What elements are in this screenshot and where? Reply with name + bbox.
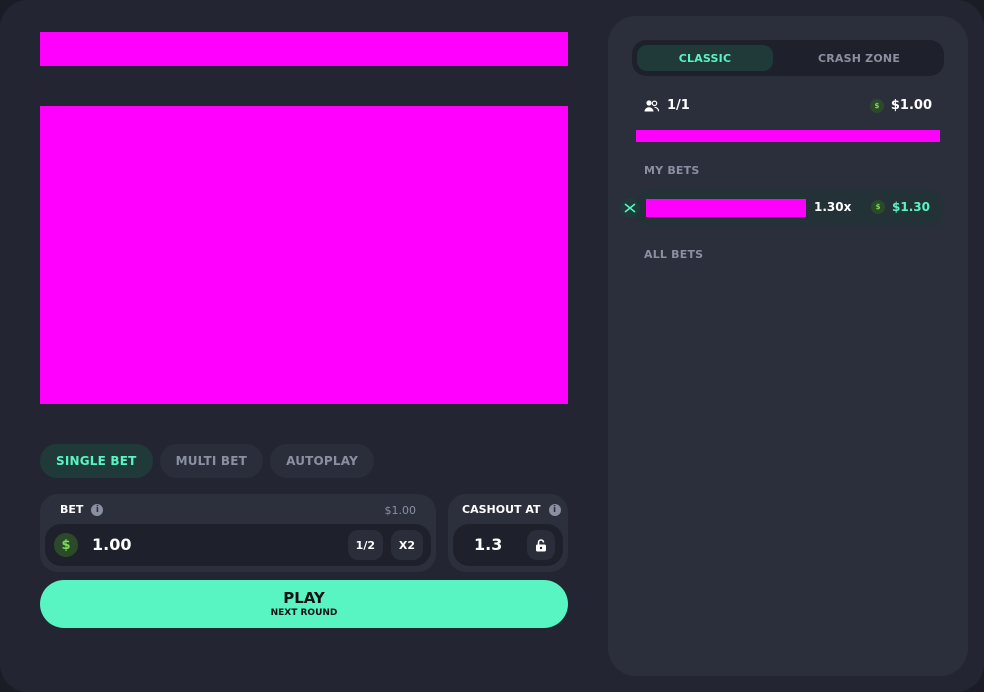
total-pot-value: $1.00 [890,98,932,113]
tab-multi-bet[interactable]: MULTI BET [159,444,264,478]
game-window: SINGLE BET MULTI BET AUTOPLAY BET i $1.0… [0,0,984,692]
bet-amount-input[interactable]: 1.00 [92,535,131,554]
cashout-panel: CASHOUT AT i 1.3 [448,494,568,572]
coin-icon: $ [871,200,886,214]
player-count-value: 1/1 [667,98,690,113]
users-icon [644,99,659,111]
cashout-field[interactable]: 1.3 [453,524,563,566]
bet-panel: BET i $1.00 $ 1.00 1/2 X2 [40,494,436,572]
bet-max-value: $1.00 [384,504,417,517]
play-button[interactable]: PLAY NEXT ROUND [40,580,568,628]
tab-crash-zone[interactable]: CRASH ZONE [782,45,936,71]
tab-single-bet[interactable]: SINGLE BET [40,444,153,478]
bet-win-value: $1.30 [892,200,930,214]
half-bet-button[interactable]: 1/2 [347,530,383,560]
bet-win: $ $1.30 [871,200,930,214]
bets-sidebar: CLASSIC CRASH ZONE 1/1 $ $1.00 MY BETS 1… [608,16,968,676]
coin-icon: $ [869,98,884,113]
dollar-icon: $ [54,533,78,557]
play-label: PLAY [283,588,325,607]
my-bets-title: MY BETS [644,164,700,177]
double-bet-button[interactable]: X2 [390,530,423,560]
play-sublabel: NEXT ROUND [270,607,338,618]
round-progress-fill [636,130,940,142]
cashout-header: CASHOUT AT i [462,503,561,516]
tab-classic[interactable]: CLASSIC [637,45,773,71]
bet-amount-field[interactable]: $ 1.00 1/2 X2 [45,524,431,566]
cashout-arrows-icon [620,198,640,218]
bet-multiplier: 1.30x [814,200,852,214]
bet-mode-tabs: SINGLE BET MULTI BET AUTOPLAY [40,444,374,478]
total-pot: $ $1.00 [869,98,932,113]
tab-autoplay[interactable]: AUTOPLAY [270,444,374,478]
player-name-placeholder [646,199,806,217]
bet-header: BET i [60,503,104,516]
info-icon[interactable]: i [548,503,561,516]
cashout-input[interactable]: 1.3 [474,535,502,554]
round-progress-bar [636,130,940,142]
info-icon[interactable]: i [91,503,104,516]
list-item: 1.30x $ $1.30 [620,190,944,226]
lock-toggle-button[interactable] [527,530,555,560]
unlock-icon [536,538,546,551]
bet-label: BET [60,503,84,516]
all-bets-title: ALL BETS [644,248,704,261]
cashout-label: CASHOUT AT [462,503,541,516]
top-banner-placeholder [40,32,568,66]
player-count: 1/1 [644,98,690,113]
game-type-switch: CLASSIC CRASH ZONE [632,40,944,76]
game-canvas-placeholder [40,106,568,404]
